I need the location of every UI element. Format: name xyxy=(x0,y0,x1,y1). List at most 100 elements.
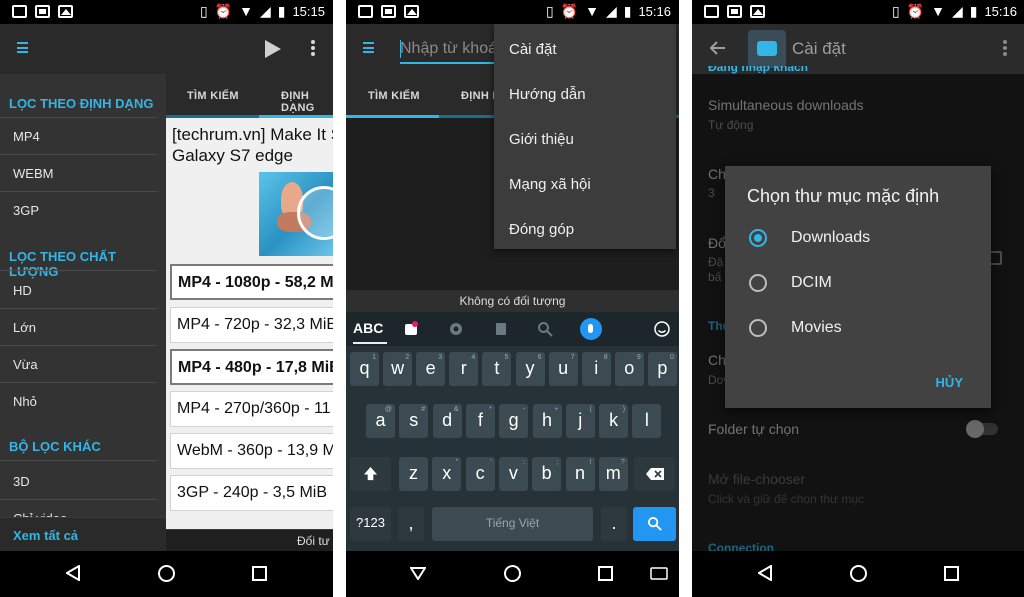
battery-icon: ▮ xyxy=(969,3,978,19)
key-h[interactable]: h + xyxy=(532,404,562,438)
filter-small[interactable]: Nhỏ xyxy=(0,394,37,409)
key-r[interactable]: r4 xyxy=(449,352,479,386)
shift-key[interactable] xyxy=(350,457,391,491)
key-alt-label: # xyxy=(421,406,426,413)
home-icon[interactable] xyxy=(158,565,175,582)
format-option[interactable]: MP4 - 1080p - 58,2 M xyxy=(170,264,333,300)
recents-icon[interactable] xyxy=(944,566,959,581)
key-l[interactable]: l xyxy=(632,404,662,438)
key-i[interactable]: i8 xyxy=(581,352,611,386)
play-icon[interactable] xyxy=(265,40,281,58)
video-thumbnail[interactable] xyxy=(259,172,333,256)
tab-search[interactable]: TÌM KIẾM xyxy=(187,90,239,102)
radio-dcim[interactable] xyxy=(749,274,767,292)
filter-medium[interactable]: Vừa xyxy=(0,357,38,372)
emoji-icon[interactable] xyxy=(654,321,670,337)
menu-item-social[interactable]: Mạng xã hội xyxy=(509,176,591,193)
home-icon[interactable] xyxy=(850,565,867,582)
key-u[interactable]: u7 xyxy=(548,352,578,386)
menu-item-guide[interactable]: Hướng dẫn xyxy=(509,86,586,103)
key-label: m xyxy=(605,463,621,483)
cancel-button[interactable]: HỦY xyxy=(936,375,963,390)
key-b[interactable]: b; xyxy=(532,457,562,491)
key-alt-label: 7 xyxy=(570,354,575,361)
filter-3d[interactable]: 3D xyxy=(0,474,30,489)
nav-bar xyxy=(692,551,1024,597)
key-g[interactable]: g- xyxy=(499,404,529,438)
voice-icon[interactable] xyxy=(580,318,602,340)
back-icon[interactable] xyxy=(758,565,772,581)
home-icon[interactable] xyxy=(504,565,521,582)
key-label: t xyxy=(494,358,500,378)
tab-search[interactable]: TÌM KIẾM xyxy=(368,90,420,102)
key-t[interactable]: t5 xyxy=(482,352,512,386)
key-e[interactable]: e3 xyxy=(416,352,446,386)
recents-icon[interactable] xyxy=(252,566,267,581)
filter-large[interactable]: Lớn xyxy=(0,320,36,335)
overflow-menu-icon[interactable] xyxy=(1003,40,1007,56)
sticker-icon[interactable] xyxy=(403,321,419,337)
search-key[interactable] xyxy=(633,507,676,541)
key-j[interactable]: j( xyxy=(565,404,595,438)
key-f[interactable]: f * xyxy=(465,404,495,438)
menu-item-donate[interactable]: Đóng góp xyxy=(509,221,574,238)
key-x[interactable]: x " xyxy=(432,457,462,491)
format-option[interactable]: 3GP - 240p - 3,5 MiB xyxy=(170,475,333,511)
notification-icon xyxy=(12,5,27,18)
back-arrow-icon[interactable] xyxy=(710,41,726,55)
back-icon[interactable] xyxy=(66,565,80,581)
key-q[interactable]: q1 xyxy=(350,352,379,386)
key-label: w xyxy=(391,358,405,378)
filter-mp4[interactable]: MP4 xyxy=(0,129,40,144)
option-downloads[interactable]: Downloads xyxy=(791,229,870,247)
key-o[interactable]: o9 xyxy=(614,352,644,386)
key-s[interactable]: s # xyxy=(399,404,429,438)
radio-movies[interactable] xyxy=(749,319,767,337)
option-dcim[interactable]: DCIM xyxy=(791,274,832,292)
key-n[interactable]: n! xyxy=(565,457,595,491)
recents-icon[interactable] xyxy=(598,566,613,581)
back-down-icon[interactable] xyxy=(410,567,426,580)
format-option[interactable]: MP4 - 270p/360p - 11 xyxy=(170,391,333,427)
menu-icon[interactable] xyxy=(17,42,28,53)
period-key[interactable]: . xyxy=(601,507,627,541)
format-option[interactable]: WebM - 360p - 13,9 M xyxy=(170,433,333,469)
format-option[interactable]: MP4 - 720p - 32,3 MiB xyxy=(170,307,333,343)
tab-format[interactable]: ĐỊNH DẠNG xyxy=(281,90,333,114)
key-w[interactable]: w2 xyxy=(383,352,413,386)
backspace-key[interactable] xyxy=(634,457,675,491)
key-k[interactable]: k) xyxy=(599,404,629,438)
key-a[interactable]: a @ xyxy=(366,404,395,438)
abc-tab[interactable]: ABC xyxy=(353,320,388,344)
overflow-menu-icon[interactable] xyxy=(311,40,315,56)
option-movies[interactable]: Movies xyxy=(791,319,842,337)
key-alt-label: 9 xyxy=(636,354,641,361)
key-c[interactable]: c ' xyxy=(465,457,495,491)
filter-hd[interactable]: HD xyxy=(0,283,32,298)
space-key[interactable]: Tiếng Việt xyxy=(432,507,593,541)
radio-downloads[interactable] xyxy=(749,229,767,247)
menu-item-settings[interactable]: Cài đặt xyxy=(509,41,557,58)
key-v[interactable]: v: xyxy=(498,457,528,491)
overflow-menu: Cài đặt Hướng dẫn Giới thiệu Mạng xã hội… xyxy=(494,24,676,249)
filter-3gp[interactable]: 3GP xyxy=(0,203,39,218)
battery-icon: ▮ xyxy=(623,3,632,19)
signal-icon: ◢ xyxy=(259,3,271,19)
key-alt-label: 2 xyxy=(405,354,410,361)
search-icon[interactable] xyxy=(537,321,553,337)
key-p[interactable]: p0 xyxy=(647,352,677,386)
key-d[interactable]: d & xyxy=(432,404,462,438)
menu-item-about[interactable]: Giới thiệu xyxy=(509,131,574,148)
show-all-button[interactable]: Xem tất cả xyxy=(0,517,166,551)
key-z[interactable]: z xyxy=(399,457,428,491)
keyboard-switch-icon[interactable] xyxy=(650,567,668,580)
clipboard-icon[interactable] xyxy=(493,321,509,337)
comma-key[interactable]: , xyxy=(398,507,424,541)
key-m[interactable]: m? xyxy=(598,457,628,491)
symbols-key[interactable]: ?123 xyxy=(350,507,391,541)
format-option[interactable]: MP4 - 480p - 17,8 MiB xyxy=(170,349,333,385)
gear-icon[interactable] xyxy=(448,321,464,337)
menu-icon[interactable] xyxy=(363,42,374,53)
key-y[interactable]: y6 xyxy=(515,352,545,386)
filter-webm[interactable]: WEBM xyxy=(0,166,53,181)
